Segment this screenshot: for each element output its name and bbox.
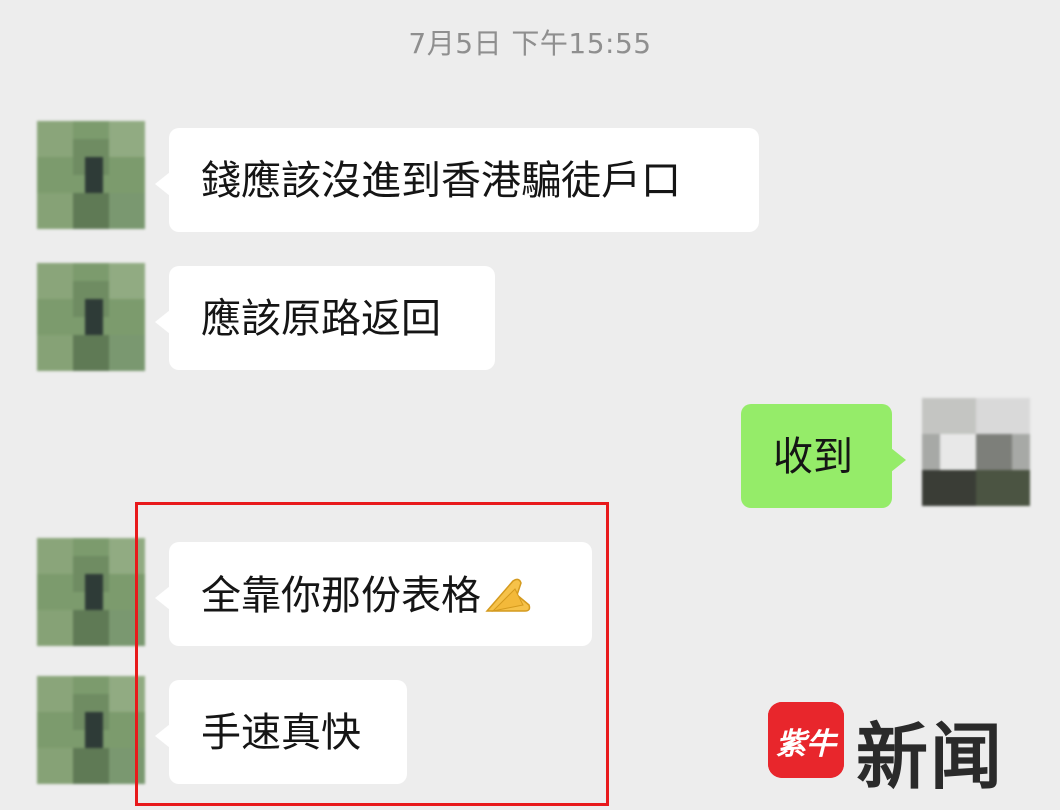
message-bubble[interactable]: 手速真快 xyxy=(155,680,407,784)
my-avatar[interactable] xyxy=(922,398,1030,506)
message-bubble-outgoing[interactable]: 收到 xyxy=(741,404,906,508)
pixelated-avatar-image xyxy=(37,121,145,229)
contact-avatar[interactable] xyxy=(37,263,145,371)
pixelated-avatar-image xyxy=(922,398,1030,506)
pixelated-avatar-image xyxy=(37,676,145,784)
chat-screen: 7月5日 下午15:55 錢應該沒進到香港騙徒戶口 應該原路返回 收到 全靠你那… xyxy=(0,0,1060,810)
message-bubble[interactable]: 應該原路返回 xyxy=(155,266,495,370)
pixelated-avatar-image xyxy=(37,538,145,646)
logo-text: 紫牛 xyxy=(776,727,839,762)
message-text-row: 全靠你那份表格 xyxy=(201,575,533,622)
brand-text: 新闻 xyxy=(856,714,1005,799)
message-text: 應該原路返回 xyxy=(201,296,441,342)
contact-avatar[interactable] xyxy=(37,538,145,646)
message-text: 錢應該沒進到香港騙徒戶口 xyxy=(201,158,681,204)
message-text: 全靠你那份表格 xyxy=(201,573,481,619)
folded-hands-emoji-icon xyxy=(483,575,533,622)
contact-avatar[interactable] xyxy=(37,676,145,784)
message-timestamp: 7月5日 下午15:55 xyxy=(408,27,652,60)
zi-niu-logo-icon: 紫牛 xyxy=(768,702,844,778)
pixelated-avatar-image xyxy=(37,263,145,371)
message-bubble[interactable]: 錢應該沒進到香港騙徒戶口 xyxy=(155,128,759,232)
contact-avatar[interactable] xyxy=(37,121,145,229)
message-bubble[interactable]: 全靠你那份表格 xyxy=(155,542,592,646)
message-text: 收到 xyxy=(773,434,853,480)
message-text: 手速真快 xyxy=(201,710,361,756)
